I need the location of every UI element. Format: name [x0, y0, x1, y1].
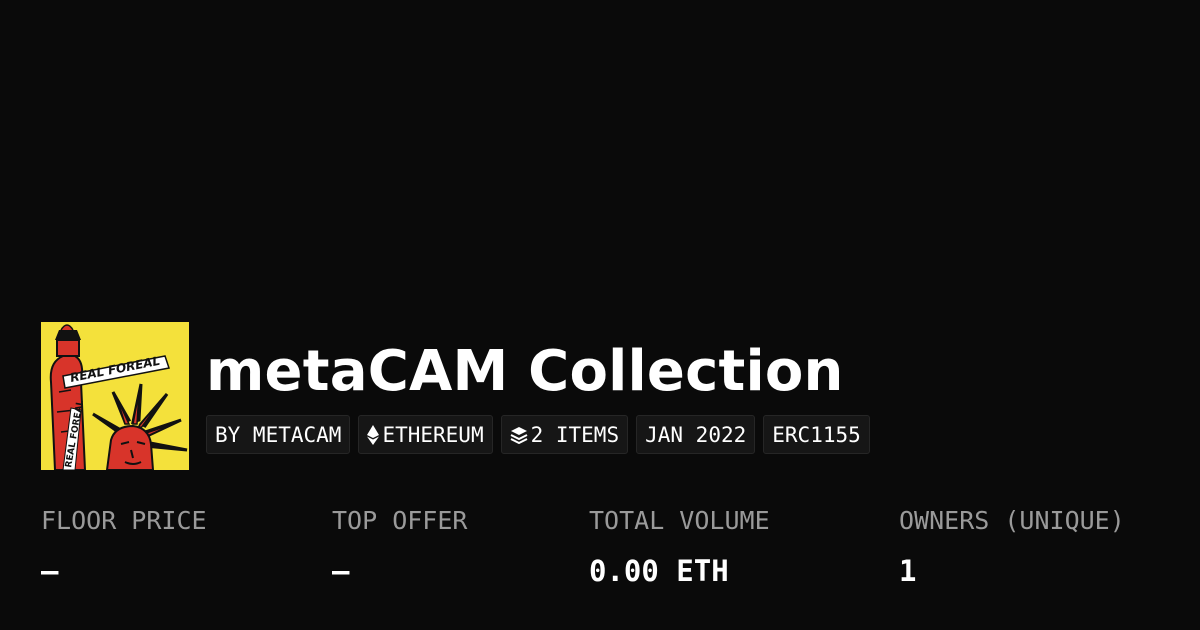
collection-logo: REAL FOREAL REAL FOREAL	[41, 322, 189, 470]
stat-total-volume: TOTAL VOLUME 0.00 ETH	[589, 503, 770, 589]
tag-chain[interactable]: ETHEREUM	[358, 415, 493, 454]
stat-top-offer-label: TOP OFFER	[332, 506, 468, 535]
tag-standard[interactable]: ERC1155	[763, 415, 870, 454]
stat-top-offer: TOP OFFER –	[332, 503, 467, 589]
tag-creator[interactable]: BY METACAM	[206, 415, 351, 454]
ethereum-icon	[367, 424, 380, 445]
statue-of-liberty-artwork: REAL FOREAL REAL FOREAL	[41, 322, 189, 470]
page: { "collection": { "name": "metaCAM Colle…	[0, 0, 1200, 630]
tag-standard-label: ERC1155	[772, 422, 861, 447]
stat-total-volume-value: 0.00 ETH	[589, 554, 729, 588]
tag-item-count[interactable]: 2 ITEMS	[500, 415, 629, 454]
stat-owners-label: OWNERS (UNIQUE)	[899, 506, 1125, 535]
tag-date[interactable]: JAN 2022	[636, 415, 756, 454]
stat-owners-value: 1	[899, 554, 917, 588]
stat-floor-price-label: FLOOR PRICE	[41, 506, 207, 535]
tag-creator-label: BY METACAM	[215, 422, 342, 447]
stat-total-volume-label: TOTAL VOLUME	[589, 506, 770, 535]
stat-top-offer-value: –	[332, 554, 350, 588]
layers-icon	[510, 426, 528, 444]
collection-tags: BY METACAM ETHEREUM 2 ITEMS JAN 2022 ERC…	[206, 415, 870, 454]
stat-owners: OWNERS (UNIQUE) 1	[899, 503, 1125, 589]
stat-floor-price: FLOOR PRICE –	[41, 503, 207, 589]
tag-date-label: JAN 2022	[645, 422, 747, 447]
tag-item-count-label: 2 ITEMS	[530, 422, 620, 447]
tag-chain-label: ETHEREUM	[382, 422, 484, 447]
collection-title: metaCAM Collection	[206, 339, 844, 404]
stat-floor-price-value: –	[41, 554, 59, 588]
